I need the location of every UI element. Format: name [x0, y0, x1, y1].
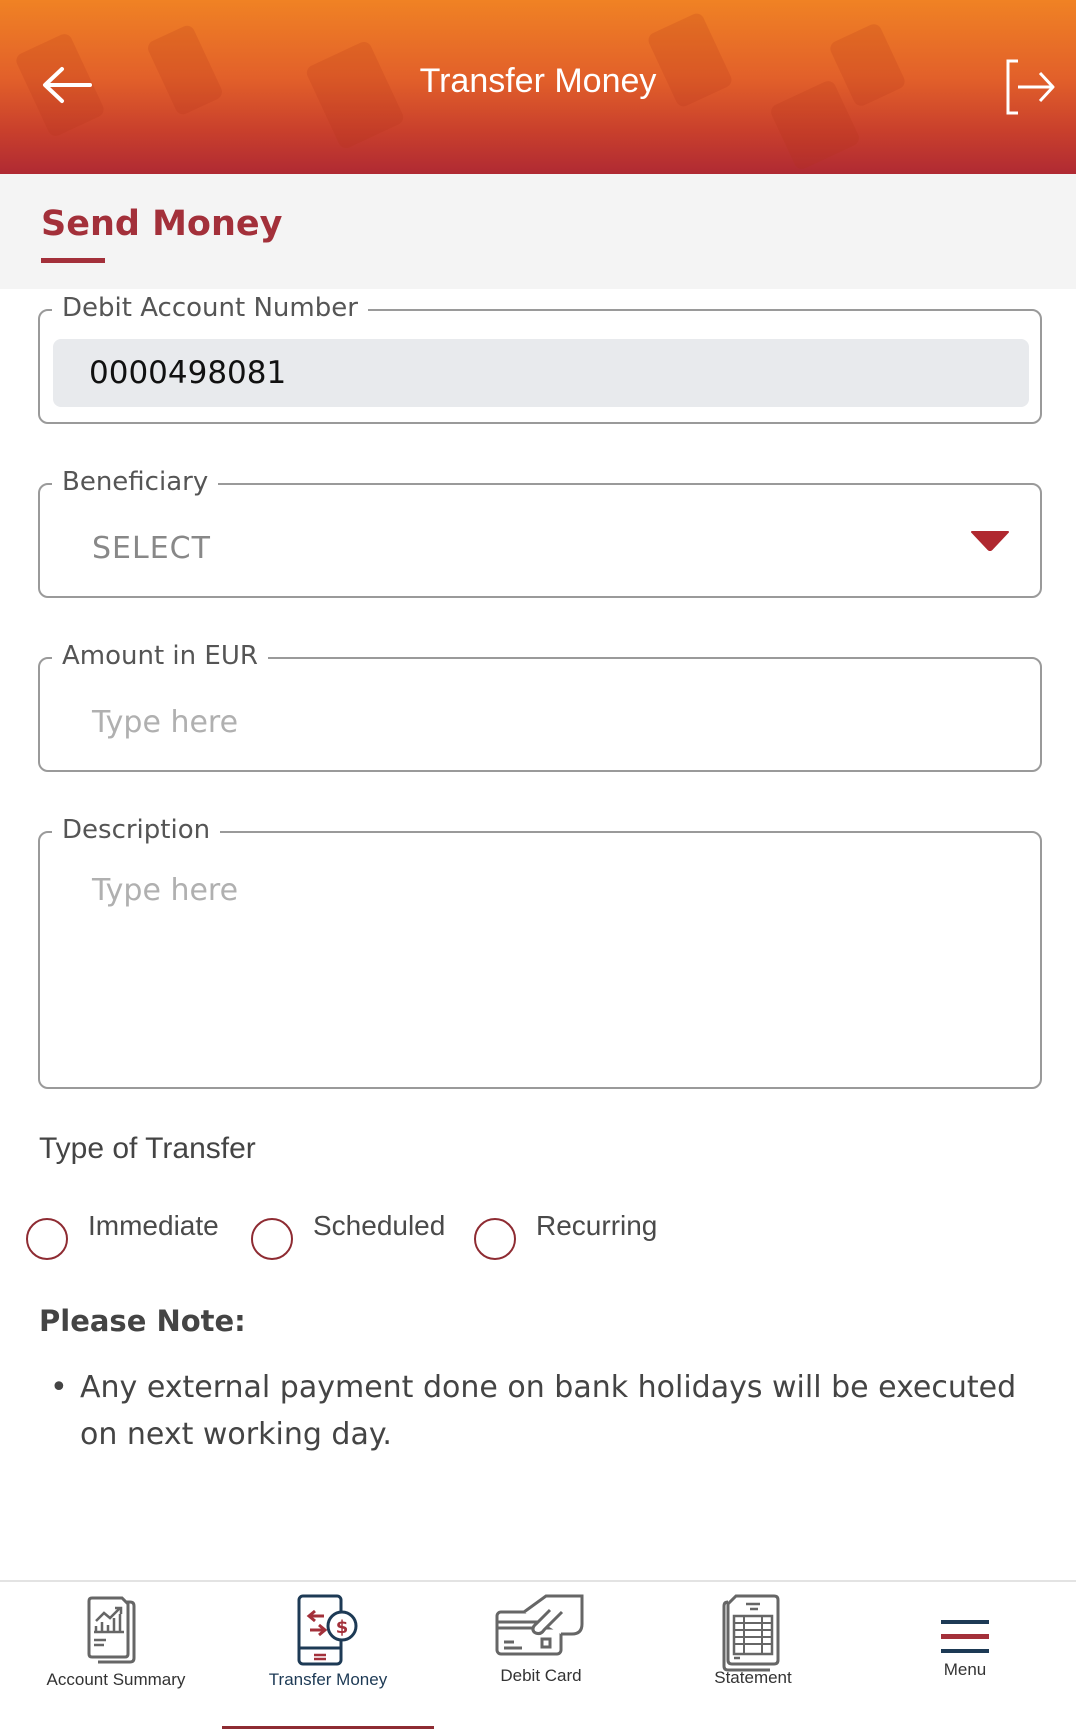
beneficiary-select[interactable]: Beneficiary SELECT	[38, 465, 1042, 598]
debit-account-value: 0000498081	[53, 339, 1029, 407]
account-summary-icon	[87, 1596, 136, 1664]
radio-label: Recurring	[536, 1210, 658, 1241]
nav-transfer-money[interactable]: $ Transfer Money	[228, 1582, 428, 1729]
menu-icon	[941, 1620, 989, 1653]
transfer-money-icon: $	[297, 1594, 358, 1666]
debit-account-label: Debit Account Number	[52, 291, 368, 325]
debit-account-field: Debit Account Number 0000498081	[38, 291, 1042, 424]
description-label: Description	[52, 813, 221, 847]
note-text: Any external payment done on bank holida…	[80, 1370, 1017, 1452]
app-header: Transfer Money	[0, 0, 1076, 174]
debit-card-icon	[495, 1594, 584, 1656]
radio-label: Immediate	[88, 1210, 219, 1241]
transfer-type-title: Type of Transfer	[39, 1132, 256, 1165]
nav-label: Menu	[943, 1660, 987, 1679]
bottom-navigation: Account Summary $ Transfer Money Debit C…	[0, 1580, 1076, 1729]
page-title: Transfer Money	[419, 62, 657, 100]
logout-button[interactable]	[1004, 58, 1056, 116]
description-placeholder: Type here	[92, 873, 239, 908]
tab-send-money[interactable]: Send Money	[41, 204, 282, 244]
nav-label: Transfer Money	[268, 1670, 388, 1689]
beneficiary-label: Beneficiary	[52, 465, 219, 499]
caret-down-icon	[971, 531, 1009, 551]
radio-recurring[interactable]: Recurring	[474, 1210, 657, 1260]
tab-bar: Send Money	[0, 174, 1076, 289]
nav-debit-card[interactable]: Debit Card	[446, 1582, 636, 1729]
radio-circle[interactable]	[26, 1218, 68, 1260]
beneficiary-selected-value: SELECT	[92, 531, 211, 566]
nav-menu[interactable]: Menu	[870, 1582, 1060, 1729]
amount-input[interactable]: Amount in EUR Type here	[38, 639, 1042, 772]
note-item: • Any external payment done on bank holi…	[50, 1364, 1040, 1458]
nav-label: Statement	[714, 1668, 792, 1687]
amount-placeholder: Type here	[92, 705, 239, 740]
radio-circle[interactable]	[474, 1218, 516, 1260]
radio-circle[interactable]	[251, 1218, 293, 1260]
radio-label: Scheduled	[313, 1210, 446, 1241]
radio-scheduled[interactable]: Scheduled	[251, 1210, 445, 1260]
statement-icon	[722, 1594, 780, 1672]
tab-active-indicator	[41, 258, 105, 263]
note-title: Please Note:	[39, 1304, 246, 1338]
nav-account-summary[interactable]: Account Summary	[20, 1582, 212, 1729]
logout-icon	[1006, 59, 1055, 115]
radio-immediate[interactable]: Immediate	[26, 1210, 219, 1260]
svg-text:$: $	[336, 1617, 349, 1638]
nav-label: Debit Card	[500, 1666, 582, 1685]
nav-label: Account Summary	[46, 1670, 186, 1689]
description-textarea[interactable]: Description Type here	[38, 813, 1042, 1089]
amount-label: Amount in EUR	[52, 639, 268, 673]
bullet: •	[50, 1370, 68, 1405]
note-list: • Any external payment done on bank holi…	[50, 1364, 1040, 1458]
nav-statement[interactable]: Statement	[658, 1582, 848, 1729]
